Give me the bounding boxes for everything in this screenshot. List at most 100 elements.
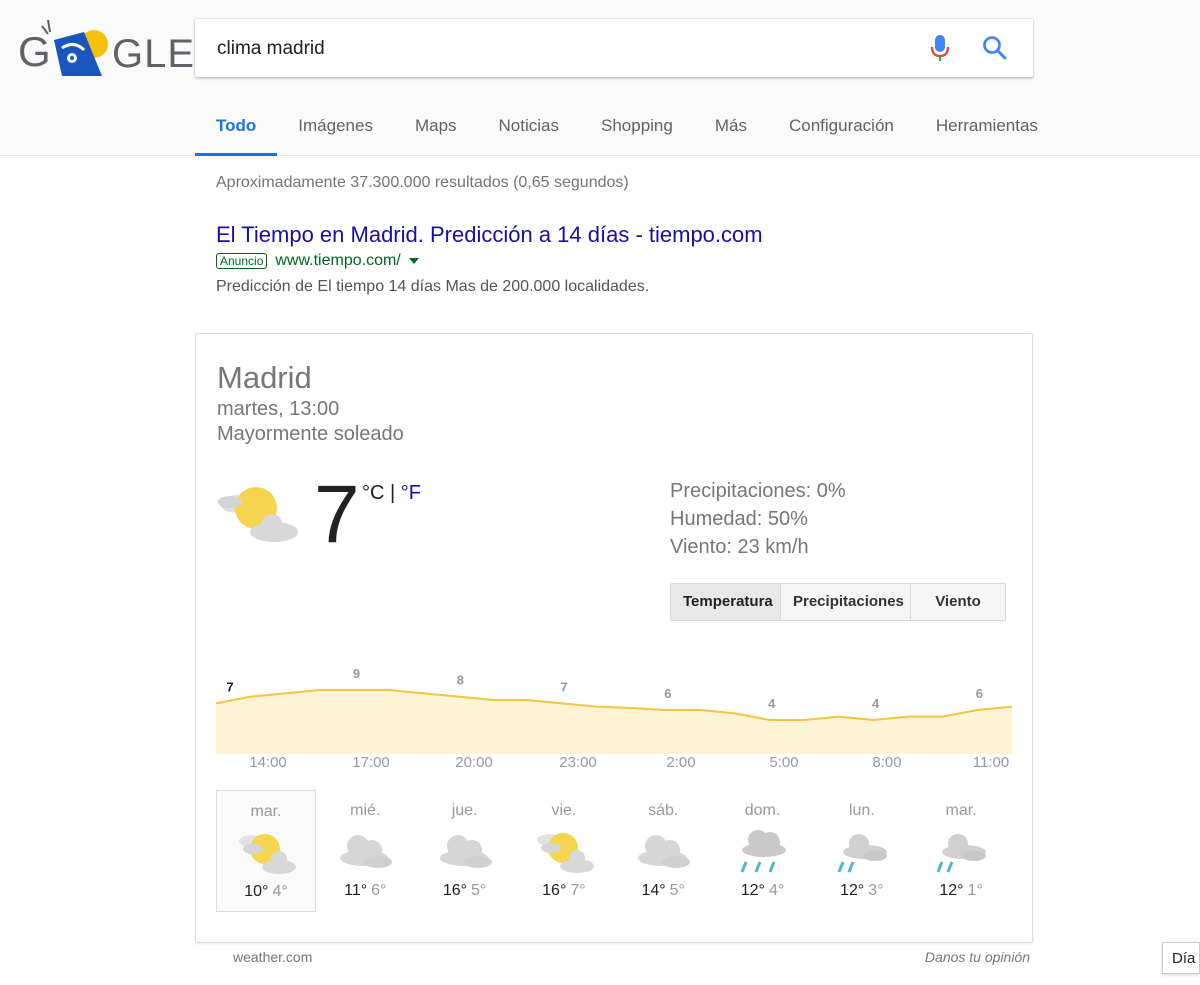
wind: Viento: 23 km/h (670, 536, 809, 558)
ad-description: Predicción de El tiempo 14 días Mas de 2… (216, 278, 650, 295)
forecast-day[interactable]: lun. 12° 3° (812, 790, 912, 912)
showers-icon (936, 834, 987, 873)
language-tab[interactable]: Día (1162, 942, 1200, 974)
temperature-label: 6 (976, 686, 983, 701)
tab-imagenes[interactable]: Imágenes (277, 104, 394, 156)
tab-herramientas[interactable]: Herramientas (915, 104, 1059, 156)
forecast-temps: 16° 5° (415, 882, 515, 900)
cloudy-icon (638, 835, 691, 868)
forecast-day[interactable]: mar. 10° 4° (216, 790, 316, 912)
temperature-label: 7 (226, 679, 233, 694)
temperature-label: 8 (457, 673, 464, 688)
tab-shopping[interactable]: Shopping (580, 104, 694, 156)
ad-url[interactable]: www.tiempo.com/ (275, 252, 400, 270)
showers-icon (837, 834, 887, 873)
current-temperature: 7 (314, 469, 360, 560)
forecast-day-name: sáb. (648, 802, 679, 819)
daily-forecast: mar. 10° 4° mié. 11° 6° jue. 16° 5° vie. 16° 7° sáb.… (216, 790, 1012, 912)
forecast-day[interactable]: dom. 12° 4° (713, 790, 813, 912)
weather-city: Madrid (217, 360, 312, 395)
forecast-temps: 12° 4° (713, 882, 813, 900)
ad-url-line: Anuncio www.tiempo.com/ (216, 252, 763, 270)
forecast-low: 3° (868, 882, 884, 899)
time-tick: 5:00 (769, 754, 799, 771)
chart-mode-tabs: Temperatura Precipitaciones Viento (670, 583, 1006, 621)
chart-time-axis: 14:00 17:00 20:00 23:00 2:00 5:00 8:00 11:00 (216, 754, 1012, 778)
forecast-high: 12° (840, 882, 865, 899)
forecast-day-name: mar. (250, 803, 282, 820)
time-tick: 2:00 (666, 754, 696, 771)
header: G GLE clima madrid Todo Imágenes Maps No… (0, 0, 1200, 156)
unit-celsius[interactable]: °C (362, 482, 384, 504)
partly-sunny-icon (216, 482, 302, 546)
precipitation: Precipitaciones: 0% (670, 480, 846, 502)
time-tick: 14:00 (249, 754, 287, 771)
forecast-low: 4° (768, 882, 785, 899)
forecast-day[interactable]: jue. 16° 5° (415, 790, 515, 912)
forecast-high: 12° (740, 882, 765, 899)
unit-separator: | (384, 482, 401, 504)
forecast-low: 1° (967, 882, 983, 899)
forecast-day-name: lun. (848, 802, 875, 819)
rain-icon (740, 830, 786, 873)
tab-mas[interactable]: Más (694, 104, 768, 156)
weather-details: Precipitaciones: 0% Humedad: 50% Viento:… (670, 477, 846, 561)
tab-temperatura[interactable]: Temperatura (671, 584, 781, 620)
search-input[interactable]: clima madrid (217, 38, 325, 60)
forecast-day[interactable]: sáb. 14° 5° (613, 790, 713, 912)
weather-card: Madrid martes, 13:00 Mayormente soleado … (195, 333, 1033, 943)
forecast-low: 5° (471, 882, 487, 899)
forecast-day-name: mar. (945, 802, 977, 819)
forecast-high: 11° (344, 882, 368, 899)
google-doodle-logo[interactable]: G GLE (18, 18, 194, 80)
forecast-temps: 16° 7° (514, 882, 614, 900)
tab-precipitaciones[interactable]: Precipitaciones (781, 584, 911, 620)
forecast-low: 6° (371, 882, 387, 899)
ad-result: El Tiempo en Madrid. Predicción a 14 día… (216, 222, 763, 296)
forecast-temps: 11° 6° (315, 882, 415, 900)
forecast-high: 10° (244, 883, 269, 900)
temperature-label: 7 (560, 679, 567, 694)
forecast-temps: 10° 4° (217, 883, 315, 901)
unit-fahrenheit[interactable]: °F (401, 482, 421, 504)
forecast-day[interactable]: vie. 16° 7° (514, 790, 614, 912)
temperature-label: 4 (768, 696, 776, 711)
forecast-high: 16° (442, 882, 468, 899)
tab-viento[interactable]: Viento (911, 584, 1005, 620)
tab-noticias[interactable]: Noticias (478, 104, 580, 156)
time-tick: 8:00 (872, 754, 902, 771)
forecast-low: 5° (669, 882, 685, 899)
forecast-temps: 14° 5° (613, 882, 713, 900)
tab-maps[interactable]: Maps (394, 104, 478, 156)
unit-switcher: °C | °F (362, 482, 421, 505)
search-icon[interactable] (981, 34, 1009, 62)
weather-datetime: martes, 13:00 (217, 398, 340, 420)
forecast-low: 4° (272, 883, 288, 900)
temperature-area (216, 690, 1012, 754)
time-tick: 17:00 (352, 754, 390, 771)
humidity: Humedad: 50% (670, 508, 808, 530)
tab-configuracion[interactable]: Configuración (768, 104, 915, 156)
logo-text: GLE (112, 32, 196, 76)
forecast-day[interactable]: mié. 11° 6° (315, 790, 415, 912)
weather-source-link[interactable]: weather.com (233, 949, 312, 965)
time-tick: 23:00 (559, 754, 597, 771)
ad-title-link[interactable]: El Tiempo en Madrid. Predicción a 14 día… (216, 222, 763, 248)
tab-todo[interactable]: Todo (195, 104, 278, 156)
forecast-high: 12° (939, 882, 964, 899)
temperature-label: 6 (664, 686, 671, 701)
mic-icon[interactable] (929, 33, 951, 63)
partly-sunny-icon (536, 833, 594, 873)
forecast-day[interactable]: mar. 12° 1° (911, 790, 1011, 912)
feedback-link[interactable]: Danos tu opinión (925, 949, 1030, 965)
caret-down-icon[interactable] (408, 258, 419, 264)
forecast-day-name: vie. (551, 802, 577, 819)
svg-text:G: G (18, 28, 51, 75)
time-tick: 11:00 (972, 754, 1010, 771)
search-bar[interactable]: clima madrid (195, 19, 1033, 77)
result-stats: Aproximadamente 37.300.000 resultados (0… (216, 174, 629, 191)
forecast-day-name: dom. (744, 802, 781, 819)
forecast-temps: 12° 3° (812, 882, 912, 900)
forecast-temps: 12° 1° (911, 882, 1011, 900)
weather-condition: Mayormente soleado (217, 423, 404, 445)
